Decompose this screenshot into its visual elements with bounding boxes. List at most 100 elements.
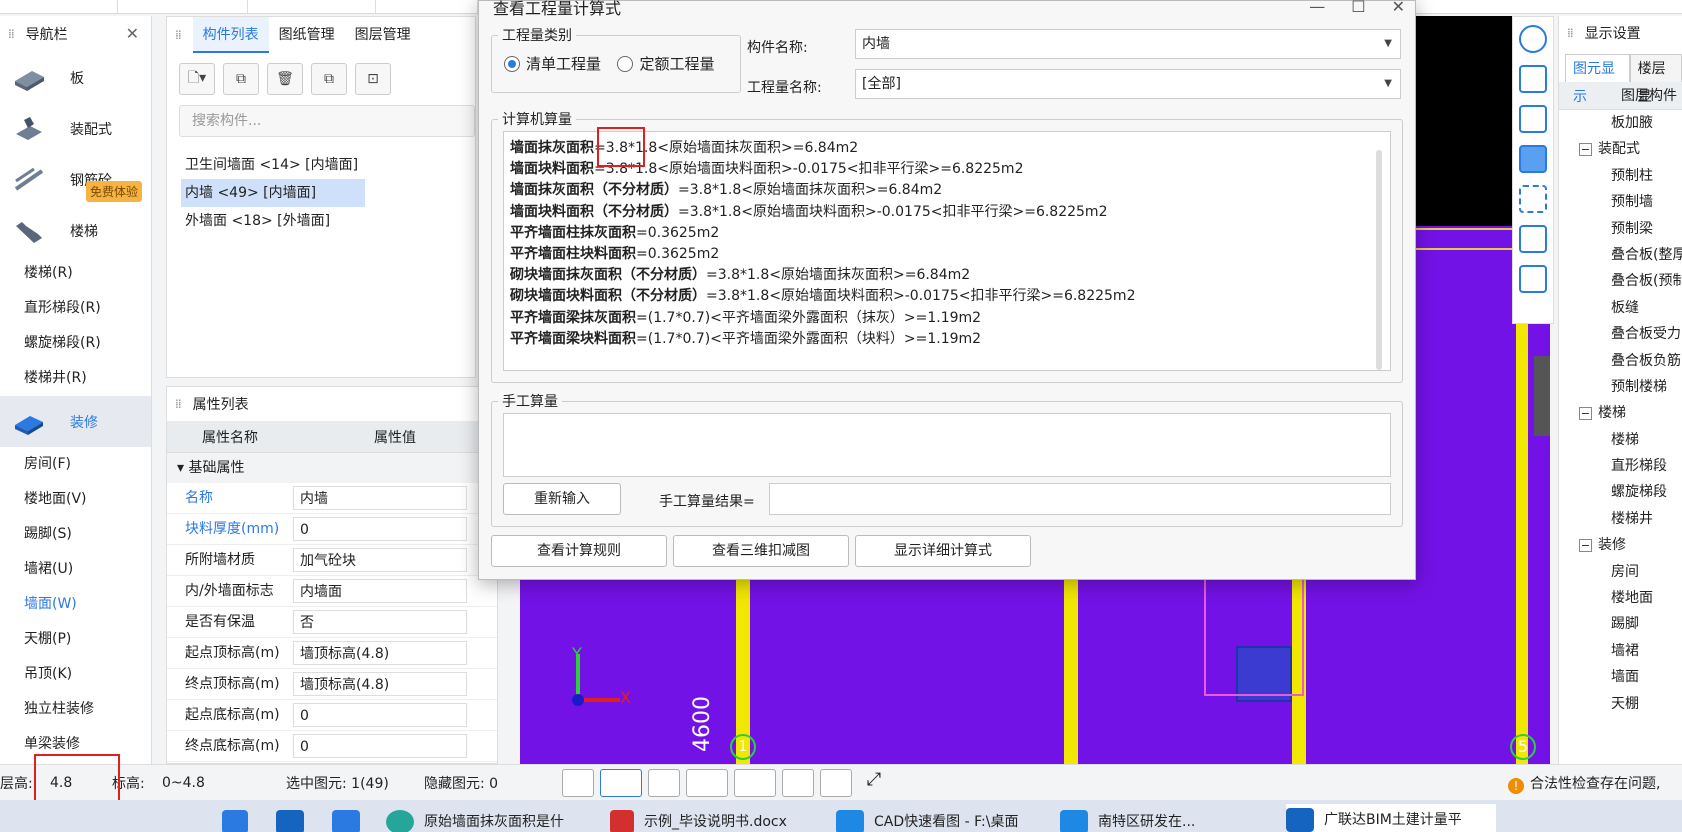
tree-item[interactable]: 叠合板受力 — [1559, 321, 1682, 347]
close-icon[interactable]: ✕ — [1392, 0, 1405, 16]
snap-tool-button[interactable] — [734, 769, 776, 797]
solid-view-icon[interactable] — [1519, 145, 1547, 173]
tree-item[interactable]: 板加腋 — [1559, 110, 1682, 136]
nav-item-ceiling[interactable]: 天棚(P) — [0, 622, 151, 657]
cross-tool-button[interactable] — [648, 769, 680, 797]
validity-warning[interactable]: ! 合法性检查存在问题, — [1508, 773, 1660, 794]
orbit-icon[interactable] — [1519, 25, 1547, 53]
section-basic-properties[interactable]: ▾ 基础属性 — [167, 453, 497, 483]
nav-item-floor[interactable]: 楼地面(V) — [0, 482, 151, 517]
layer-copy-button[interactable]: ⧉ — [311, 63, 347, 95]
tree-item[interactable]: 板缝 — [1559, 295, 1682, 321]
tree-item[interactable]: 直形梯段 — [1559, 453, 1682, 479]
box-view-icon[interactable] — [1519, 105, 1547, 133]
start-button[interactable] — [222, 810, 258, 832]
radio-bill-quantity[interactable]: 清单工程量 — [504, 53, 601, 74]
arc-tool-button[interactable] — [820, 769, 852, 797]
prop-value[interactable]: 0 — [293, 734, 467, 758]
show-detailed-formula-button[interactable]: 显示详细计算式 — [855, 535, 1031, 567]
taskbar-item[interactable]: CAD快速看图 - F:\桌面 — [836, 810, 1018, 832]
nav-group-slab[interactable]: 板 — [0, 52, 151, 103]
delete-button[interactable]: 🗑 — [267, 63, 303, 95]
nav-group-prefab[interactable]: 装配式 — [0, 103, 151, 154]
save-button[interactable]: ⊡ — [355, 63, 391, 95]
ortho-tool-button[interactable] — [562, 769, 594, 797]
taskbar-item[interactable]: 示例_毕设说明书.docx — [610, 810, 787, 832]
prop-value[interactable]: 内墙面 — [293, 579, 467, 603]
tree-item[interactable]: 墙裙 — [1559, 638, 1682, 664]
list-view-icon[interactable] — [1519, 265, 1547, 293]
nav-item-room[interactable]: 房间(F) — [0, 447, 151, 482]
tree-group[interactable]: − 装修 — [1559, 532, 1682, 558]
nav-item-suspended-ceiling[interactable]: 吊顶(K) — [0, 657, 151, 692]
select-tool-button[interactable] — [600, 769, 642, 797]
tree-item[interactable]: 叠合板(整厚 — [1559, 242, 1682, 268]
list-item[interactable]: 外墙面 <18> [外墙面] — [167, 207, 475, 235]
tree-item[interactable]: 预制墙 — [1559, 189, 1682, 215]
grip-icon[interactable]: ⁞⁞ — [1567, 26, 1574, 40]
tree-item[interactable]: 预制梁 — [1559, 216, 1682, 242]
tree-item[interactable]: 楼地面 — [1559, 585, 1682, 611]
tree-item[interactable]: 预制柱 — [1559, 163, 1682, 189]
collapse-icon[interactable]: − — [1579, 406, 1592, 420]
nav-item-skirting[interactable]: 踢脚(S) — [0, 517, 151, 552]
manual-result-field[interactable] — [769, 483, 1391, 515]
nav-group-decoration[interactable]: 装修 — [0, 396, 151, 447]
fullscreen-icon[interactable] — [1519, 185, 1547, 213]
vertical-scrollbar[interactable] — [1376, 150, 1382, 370]
view-calc-rules-button[interactable]: 查看计算规则 — [491, 535, 667, 567]
cube-icon[interactable] — [1519, 225, 1547, 253]
prop-value[interactable]: 0 — [293, 703, 467, 727]
prop-value[interactable]: 否 — [293, 610, 467, 634]
close-icon[interactable]: ✕ — [126, 24, 139, 43]
tree-item[interactable]: 房间 — [1559, 559, 1682, 585]
tree-item[interactable]: 预制楼梯 — [1559, 374, 1682, 400]
display-tool-button[interactable] — [782, 769, 814, 797]
tree-item[interactable]: 楼梯井 — [1559, 506, 1682, 532]
nav-item-spiral-flight[interactable]: 螺旋梯段(R) — [0, 326, 151, 361]
nav-item-column-finish[interactable]: 独立柱装修 — [0, 692, 151, 727]
grip-icon[interactable]: ⁞⁞ — [175, 397, 182, 411]
tree-item[interactable]: 螺旋梯段 — [1559, 479, 1682, 505]
prop-value[interactable]: 内墙 — [293, 486, 467, 510]
tree-group[interactable]: − 装配式 — [1559, 136, 1682, 162]
new-component-button[interactable]: 🗋▾ — [179, 63, 215, 95]
collapse-icon[interactable]: − — [1579, 538, 1592, 552]
nav-item-stairs[interactable]: 楼梯(R) — [0, 256, 151, 291]
outlook-icon[interactable] — [276, 810, 314, 832]
expand-icon[interactable]: ⤢ — [858, 769, 890, 797]
tab-layer-management[interactable]: 图层管理 — [345, 17, 421, 53]
search-input[interactable]: 搜索构件... — [179, 105, 475, 137]
tree-item[interactable]: 楼梯 — [1559, 427, 1682, 453]
grip-icon[interactable]: ⁞⁞ — [175, 28, 182, 42]
app-icon-x[interactable] — [332, 810, 370, 832]
nav-item-straight-flight[interactable]: 直形梯段(R) — [0, 291, 151, 326]
tab-element-display[interactable]: 图元显示 — [1565, 54, 1630, 105]
calculation-text-area[interactable]: 墙面抹灰面积=3.8*1.8<原始墙面抹灰面积>=6.84m2 墙面块料面积=3.… — [503, 131, 1391, 371]
prop-value[interactable]: 墙顶标高(4.8) — [293, 641, 467, 665]
list-item-selected[interactable]: 内墙 <49> [内墙面] — [181, 179, 365, 207]
maximize-icon[interactable]: ☐ — [1351, 0, 1365, 16]
radio-quota-quantity[interactable]: 定额工程量 — [617, 53, 714, 74]
tree-item[interactable]: 墙面 — [1559, 664, 1682, 690]
list-item[interactable]: 卫生间墙面 <14> [内墙面] — [167, 151, 475, 179]
grip-icon[interactable]: ⁞⁞ — [8, 27, 15, 41]
nav-group-stairs[interactable]: 楼梯 — [0, 205, 151, 256]
minimize-icon[interactable]: — — [1309, 0, 1325, 16]
angle-tool-button[interactable] — [686, 769, 728, 797]
view-3d-deduction-button[interactable]: 查看三维扣减图 — [673, 535, 849, 567]
prop-value[interactable]: 墙顶标高(4.8) — [293, 672, 467, 696]
taskbar-item[interactable]: 原始墙面抹灰面积是什 — [386, 810, 564, 832]
tree-item[interactable]: 踢脚 — [1559, 611, 1682, 637]
quantity-name-select[interactable]: [全部] ▼ — [855, 69, 1401, 99]
free-trial-badge[interactable]: 免费体验 — [86, 181, 143, 202]
tab-drawing-management[interactable]: 图纸管理 — [269, 17, 345, 53]
taskbar-item-active[interactable]: 广联达BIM土建计量平 — [1286, 804, 1496, 832]
3d-view-icon[interactable] — [1519, 65, 1547, 93]
component-name-select[interactable]: 内墙 ▼ — [855, 29, 1401, 59]
reenter-button[interactable]: 重新输入 — [503, 483, 621, 515]
tab-floor-display[interactable]: 楼层显 — [1629, 54, 1682, 105]
copy-button[interactable]: ⧉ — [223, 63, 259, 95]
tree-group[interactable]: − 楼梯 — [1559, 400, 1682, 426]
collapse-icon[interactable]: − — [1579, 142, 1592, 156]
